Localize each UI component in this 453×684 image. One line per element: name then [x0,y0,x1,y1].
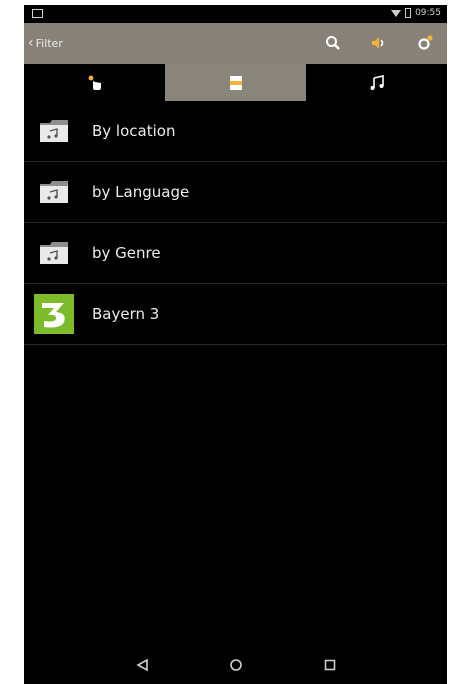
status-right: 09:55 [391,8,441,18]
tab-favorites[interactable] [24,64,165,101]
tab-bar [24,64,447,101]
back-label: Filter [35,36,63,50]
nav-back-button[interactable] [130,653,154,677]
list-item-label: By location [92,122,176,140]
nav-recents-button[interactable] [318,653,342,677]
list-item[interactable]: Bayern 3 [24,284,447,345]
battery-icon [405,8,412,18]
tab-browse[interactable] [165,64,306,101]
home-circle-icon [229,659,242,671]
touch-hand-icon [88,75,101,90]
music-note-icon [370,74,384,90]
recents-square-icon [324,659,335,671]
app-actions [321,31,437,55]
device-screen: 09:55 ‹ Filter By location by Language b… [24,5,447,684]
list-item[interactable]: by Genre [24,223,447,284]
list-item[interactable]: By location [24,101,447,162]
back-button[interactable]: ‹ Filter [28,35,63,51]
volume-button[interactable] [367,31,391,55]
system-nav-bar [24,646,447,684]
nav-home-button[interactable] [224,653,248,677]
music-folder-icon [34,233,74,273]
bayern3-logo [34,294,74,334]
search-button[interactable] [321,31,345,55]
back-triangle-icon [135,658,148,672]
clock: 09:55 [415,8,441,18]
list-item[interactable]: by Language [24,162,447,223]
settings-button[interactable] [413,31,437,55]
list-icon [229,75,242,90]
app-bar: ‹ Filter [24,23,447,64]
settings-icon [418,35,433,50]
status-bar: 09:55 [24,5,447,23]
wifi-icon [391,9,402,17]
tab-music[interactable] [306,64,447,101]
search-icon [326,36,340,50]
volume-icon [372,37,384,49]
station-list: By location by Language by Genre Bayern … [24,101,447,345]
list-item-label: by Language [92,183,190,201]
music-folder-icon [34,172,74,212]
list-item-label: by Genre [92,244,161,262]
notification-icon [32,9,43,18]
chevron-left-icon: ‹ [28,35,34,51]
music-folder-icon [34,111,74,151]
list-item-label: Bayern 3 [92,305,160,323]
